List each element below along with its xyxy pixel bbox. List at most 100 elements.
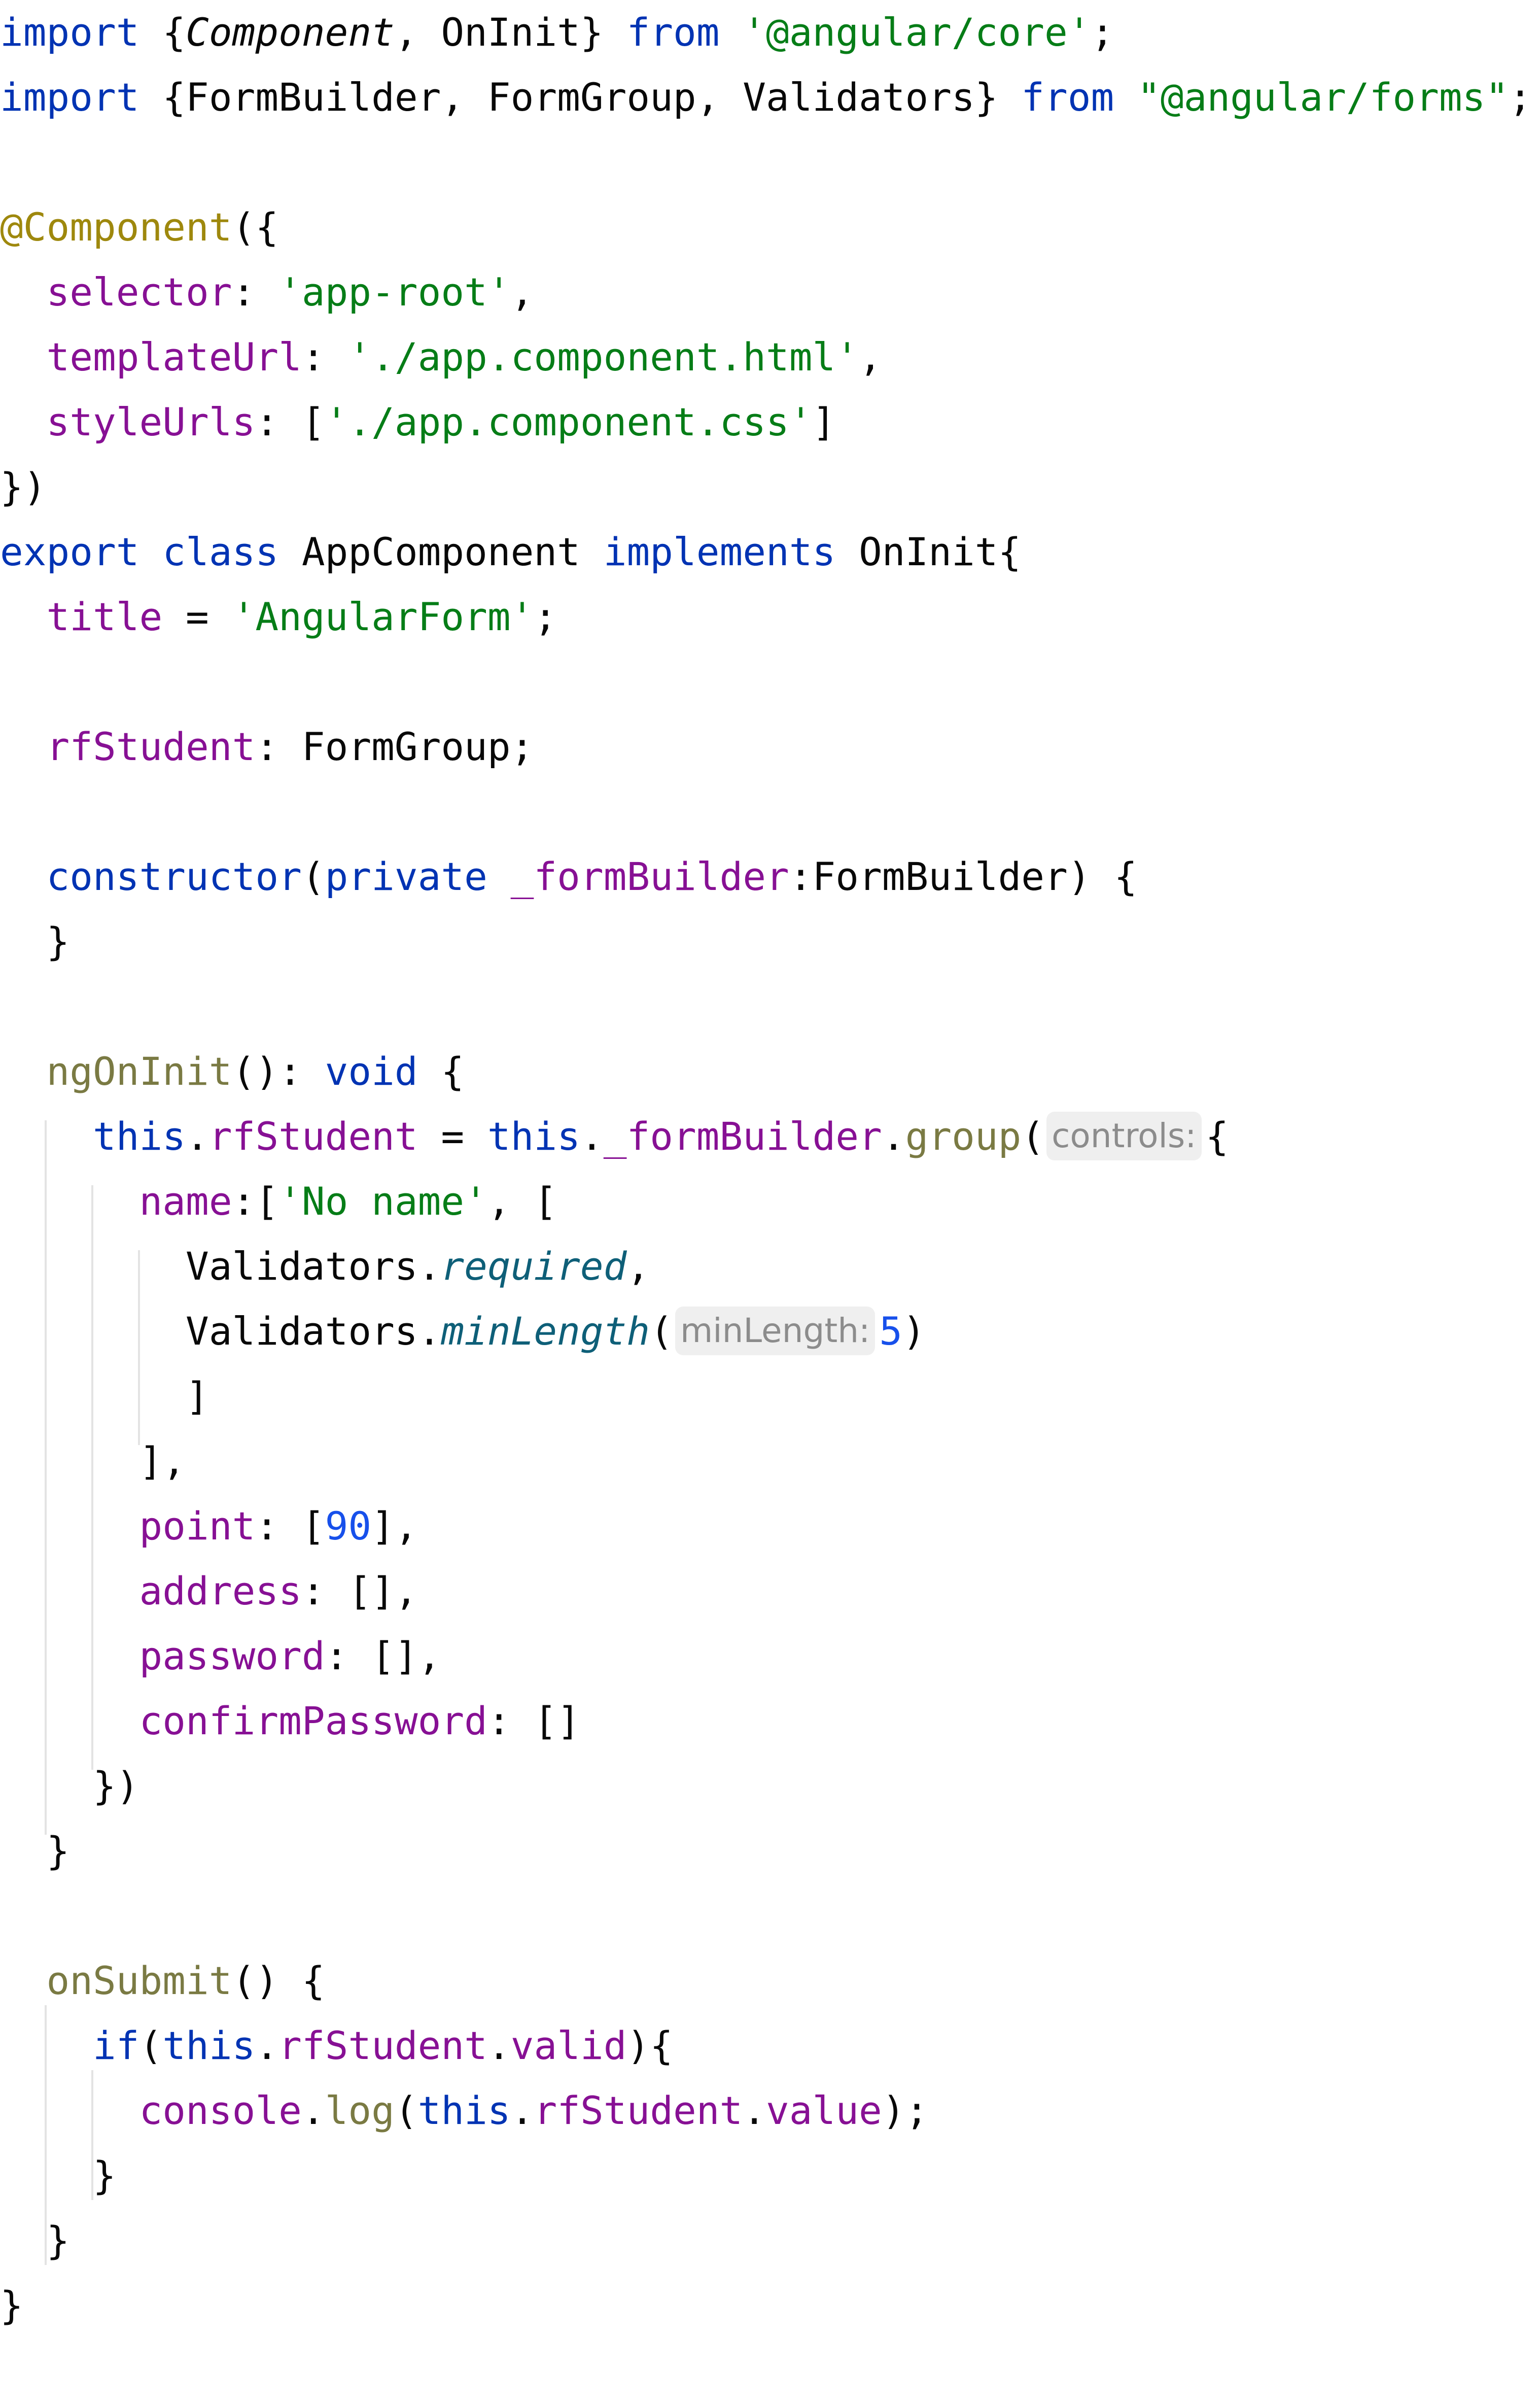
code-line-19[interactable]: name:['No name', [	[0, 1169, 557, 1234]
code-token: ,	[859, 334, 882, 380]
keyword-token: class	[162, 529, 279, 574]
code-token: ],	[0, 1438, 186, 1484]
code-line-36[interactable]: }	[0, 2273, 23, 2338]
code-token: ){	[626, 2023, 673, 2068]
code-line-22[interactable]: ]	[0, 1364, 209, 1429]
keyword-token: from	[626, 10, 720, 55]
code-line-21[interactable]: Validators.minLength(minLength: 5)	[0, 1299, 926, 1364]
code-token: AppComponent	[278, 529, 604, 574]
code-token: ]	[0, 1374, 209, 1419]
number-token: 5	[879, 1309, 903, 1354]
property-token: address	[139, 1568, 302, 1614]
code-token: =	[417, 1114, 487, 1159]
code-line-23[interactable]: ],	[0, 1429, 186, 1494]
code-line-14[interactable]: constructor(private _formBuilder:FormBui…	[0, 844, 1138, 909]
string-token: "@angular/forms"	[1137, 75, 1509, 120]
code-line-6[interactable]: templateUrl: './app.component.html',	[0, 325, 882, 390]
function-token: group	[905, 1114, 1022, 1159]
code-token: (	[301, 854, 325, 899]
number-token: 90	[325, 1503, 372, 1549]
parameter-hint-controls: controls:	[1046, 1112, 1202, 1160]
code-line-7[interactable]: styleUrls: ['./app.component.css']	[0, 390, 836, 455]
function-token: ngOnInit	[46, 1049, 232, 1094]
code-line-29[interactable]: }	[0, 1818, 70, 1883]
code-token: {	[1205, 1114, 1229, 1159]
keyword-token: this	[417, 2088, 511, 2133]
code-line-12[interactable]: rfStudent: FormGroup;	[0, 714, 534, 779]
property-token: selector	[46, 269, 232, 315]
property-token: rfStudent	[46, 724, 256, 769]
code-token: {	[139, 10, 186, 55]
property-token: console	[139, 2088, 302, 2133]
code-token: .	[301, 2088, 325, 2133]
code-token: ]	[812, 399, 836, 444]
code-line-4[interactable]: @Component({	[0, 195, 278, 260]
keyword-token: if	[93, 2023, 139, 2068]
code-token: ;	[1509, 75, 1532, 120]
code-line-27[interactable]: confirmPassword: []	[0, 1689, 580, 1754]
code-line-28[interactable]: })	[0, 1754, 139, 1818]
code-line-10[interactable]: title = 'AngularForm';	[0, 585, 557, 649]
property-token: templateUrl	[46, 334, 302, 380]
property-token: rfStudent	[534, 2088, 743, 2133]
code-token: Validators.	[0, 1244, 441, 1289]
property-token: valid	[510, 2023, 627, 2068]
keyword-token: constructor	[46, 854, 302, 899]
code-token: (	[394, 2088, 418, 2133]
keyword-token: this	[93, 1114, 186, 1159]
code-token: : [],	[325, 1633, 441, 1678]
code-line-34[interactable]: }	[0, 2143, 116, 2208]
string-token: 'AngularForm'	[232, 594, 534, 639]
code-token: : [	[255, 1503, 325, 1549]
code-line-2[interactable]: import {FormBuilder, FormGroup, Validato…	[0, 65, 1532, 130]
code-line-31[interactable]: onSubmit() {	[0, 1948, 325, 2013]
code-editor[interactable]: import {Component, OnInit} from '@angula…	[0, 0, 1540, 2403]
code-token: })	[0, 1763, 139, 1808]
property-token: name	[139, 1179, 232, 1224]
code-token: .	[186, 1114, 209, 1159]
property-token: confirmPassword	[139, 1698, 487, 1743]
code-line-15[interactable]: }	[0, 909, 70, 974]
code-line-8[interactable]: })	[0, 455, 47, 520]
code-token: , [	[487, 1179, 557, 1224]
code-token: .	[255, 2023, 279, 2068]
code-token: OnInit{	[835, 529, 1022, 574]
property-token: styleUrls	[46, 399, 256, 444]
code-line-26[interactable]: password: [],	[0, 1624, 441, 1689]
code-line-35[interactable]: }	[0, 2208, 70, 2273]
code-token: :	[232, 269, 279, 315]
code-line-32[interactable]: if(this.rfStudent.valid){	[0, 2013, 673, 2078]
function-token: onSubmit	[46, 1958, 232, 2003]
code-line-24[interactable]: point: [90],	[0, 1494, 418, 1559]
property-token: _formBuilder	[603, 1114, 882, 1159]
decorator-token: @Component	[0, 204, 232, 250]
property-token: title	[46, 594, 163, 639]
code-line-17[interactable]: ngOnInit(): void {	[0, 1039, 465, 1104]
code-line-20[interactable]: Validators.required,	[0, 1234, 650, 1299]
code-token: Validators.	[0, 1309, 441, 1354]
property-token: password	[139, 1633, 325, 1678]
code-line-1[interactable]: import {Component, OnInit} from '@angula…	[0, 0, 1114, 65]
code-token: : FormGroup;	[255, 724, 534, 769]
keyword-token: import	[0, 75, 139, 120]
property-token: _formBuilder	[510, 854, 789, 899]
code-line-5[interactable]: selector: 'app-root',	[0, 260, 534, 325]
string-token: './app.component.css'	[325, 399, 813, 444]
code-token: :	[301, 334, 348, 380]
code-line-25[interactable]: address: [],	[0, 1559, 418, 1624]
parameter-hint-minlength: minLength:	[675, 1307, 876, 1355]
string-token: 'No name'	[278, 1179, 487, 1224]
code-line-33[interactable]: console.log(this.rfStudent.value);	[0, 2078, 929, 2143]
code-line-18[interactable]: this.rfStudent = this._formBuilder.group…	[0, 1104, 1229, 1169]
code-line-9[interactable]: export class AppComponent implements OnI…	[0, 520, 1021, 585]
code-token: .	[882, 1114, 905, 1159]
